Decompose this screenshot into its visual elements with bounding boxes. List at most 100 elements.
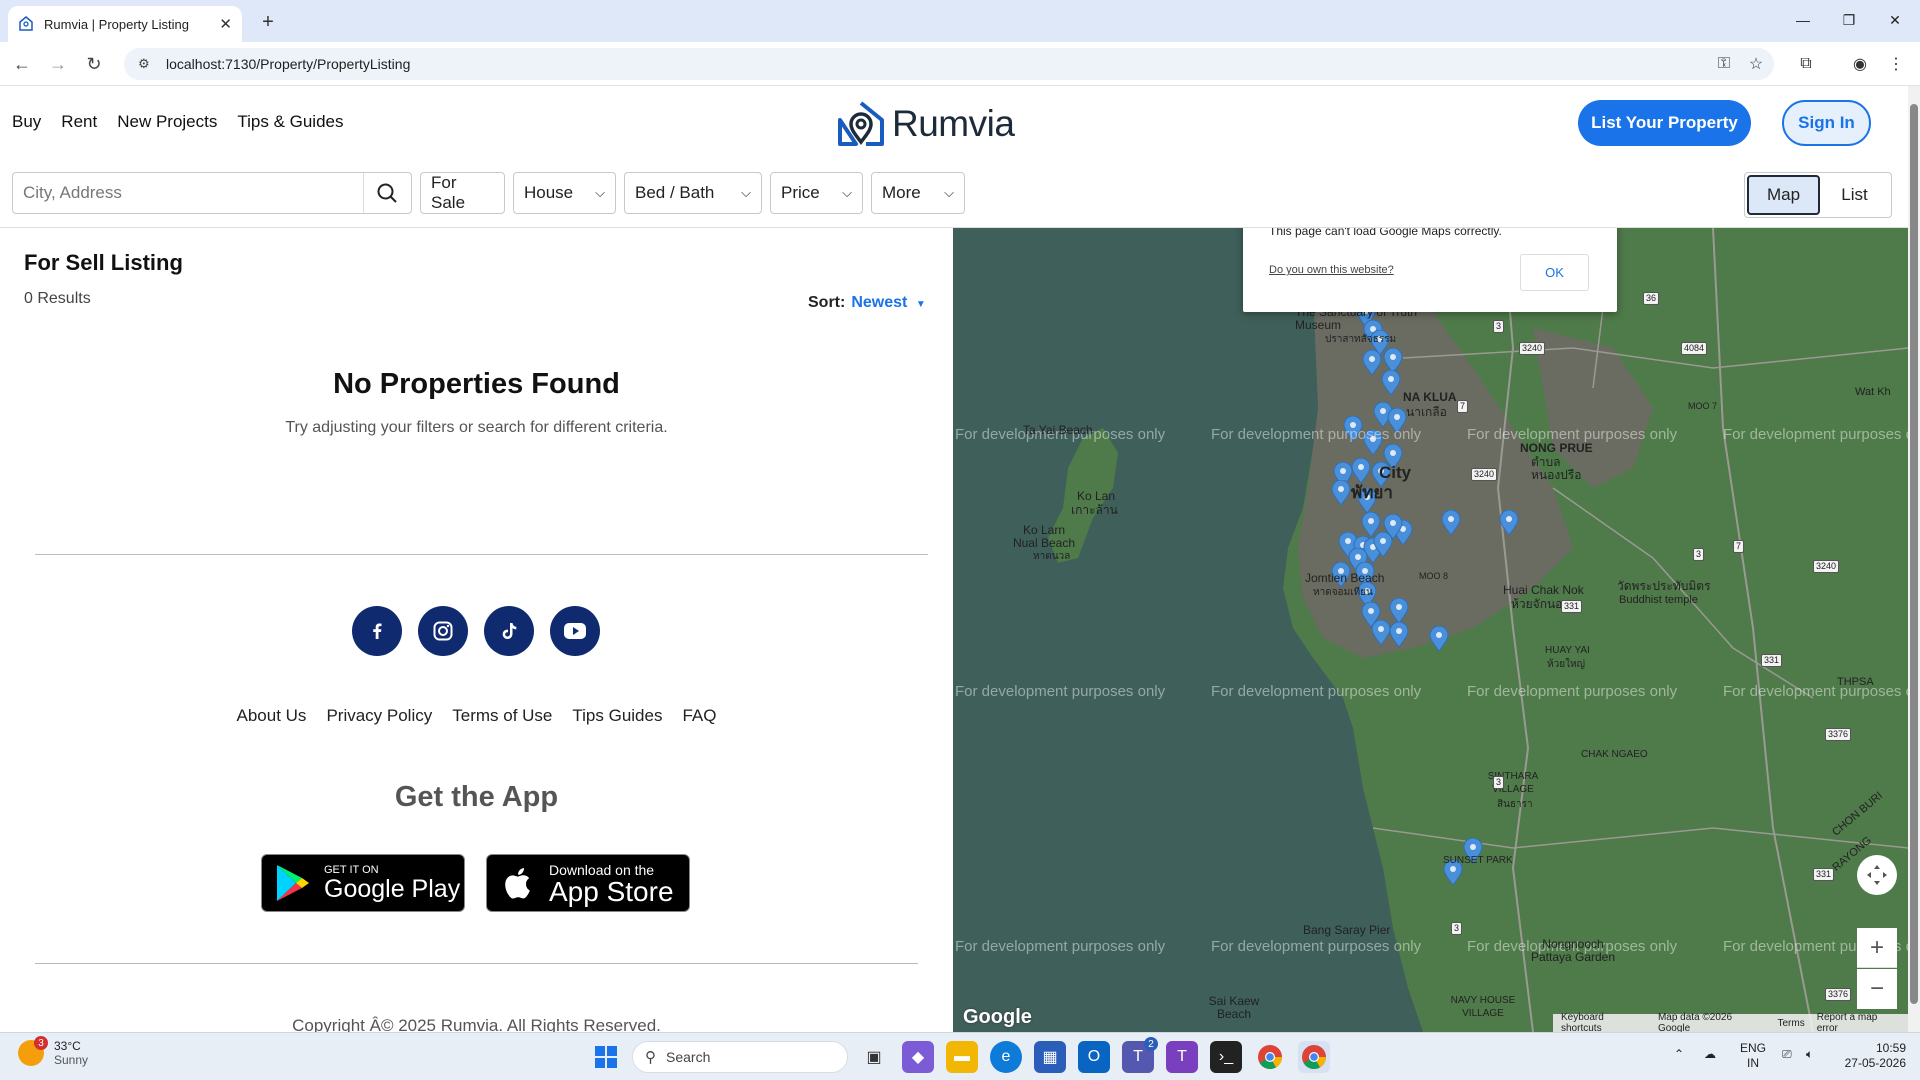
map-watermark: For development purposes only [1211,938,1422,955]
footer-tips-guides[interactable]: Tips Guides [572,706,662,726]
property-marker-icon[interactable] [1331,480,1351,506]
site-logo[interactable]: Rumvia [836,100,1015,148]
chrome-active-icon[interactable] [1298,1041,1330,1073]
url-bar[interactable]: ⚙ localhost:7130/Property/PropertyListin… [124,48,1774,80]
map-label-nual: Ko Larn Nual Beach [1012,523,1076,550]
tiktok-icon[interactable] [484,606,534,656]
outlook-icon[interactable]: O [1078,1041,1110,1073]
sign-in-button[interactable]: Sign In [1782,100,1871,146]
region-text: IN [1747,1056,1759,1070]
chrome-icon[interactable] [1254,1041,1286,1073]
footer-privacy-policy[interactable]: Privacy Policy [326,706,432,726]
own-website-link[interactable]: Do you own this website? [1269,264,1394,276]
teams-icon[interactable]: T 2 [1122,1037,1158,1073]
language-indicator[interactable]: ENG IN [1740,1041,1766,1071]
nav-new-projects[interactable]: New Projects [117,112,217,132]
task-view-icon[interactable]: ▣ [858,1041,890,1073]
search-button[interactable] [363,173,409,213]
network-icon[interactable]: ⎚ [1782,1047,1792,1062]
locate-icon[interactable] [1857,855,1897,895]
close-tab-icon[interactable]: ✕ [219,15,232,33]
caret-down-icon: ▼ [915,299,926,310]
sort-value[interactable]: Newest [851,294,907,311]
back-icon[interactable]: ← [8,50,36,78]
footer-about-us[interactable]: About Us [237,706,307,726]
sort-control[interactable]: Sort: Newest ▼ [808,294,926,312]
zoom-out-button[interactable]: − [1857,969,1897,1009]
forward-icon[interactable]: → [44,50,72,78]
property-marker-icon[interactable] [1371,620,1391,646]
footer-faq[interactable]: FAQ [682,706,716,726]
social-links [352,606,600,656]
more-filter[interactable]: More ⌵ [871,172,965,214]
onedrive-icon[interactable]: ☁ [1704,1047,1716,1062]
map-label-nongprue: NONG PRUE [1520,441,1593,455]
bed-bath-filter[interactable]: Bed / Bath ⌵ [624,172,762,214]
copilot-app-icon[interactable]: ◆ [902,1041,934,1073]
volume-icon[interactable]: 🔈︎ [1806,1047,1813,1062]
keyboard-shortcuts-link[interactable]: Keyboard shortcuts [1561,1012,1646,1032]
clock[interactable]: 10:59 27-05-2026 [1836,1041,1906,1071]
youtube-icon[interactable] [550,606,600,656]
windows-start-icon[interactable] [590,1041,622,1073]
nav-rent[interactable]: Rent [61,112,97,132]
page-scrollbar-thumb[interactable] [1910,104,1918,1004]
nav-tips-guides[interactable]: Tips & Guides [237,112,343,132]
tab-search-icon[interactable]: ⧉ [1792,50,1820,78]
taskbar-search[interactable]: ⚲ Search [632,1041,848,1073]
store-icon[interactable]: ▦ [1034,1041,1066,1073]
property-marker-icon[interactable] [1441,510,1461,536]
google-play-badge[interactable]: GET IT ON Google Play [261,854,465,912]
price-filter[interactable]: Price ⌵ [770,172,863,214]
map-view-button[interactable]: Map [1747,175,1820,215]
logo-text: Rumvia [892,103,1015,144]
dialog-ok-button[interactable]: OK [1520,254,1589,291]
search-input[interactable] [13,183,363,203]
site-info-icon[interactable]: ⚙ [138,56,154,72]
nav-buy[interactable]: Buy [12,112,41,132]
bookmark-star-icon[interactable]: ☆ [1742,50,1770,78]
footer-terms-of-use[interactable]: Terms of Use [452,706,552,726]
map-label-temple: Buddhist temple [1619,594,1698,606]
reload-icon[interactable]: ↻ [80,50,108,78]
property-marker-icon[interactable] [1429,626,1449,652]
map-panel[interactable]: For development purposes only For develo… [953,228,1908,1032]
road-shield: 3240 [1813,560,1840,573]
list-your-property-button[interactable]: List Your Property [1578,100,1751,146]
property-marker-icon[interactable] [1499,510,1519,536]
password-key-icon[interactable]: ⚿ [1710,50,1738,78]
property-marker-icon[interactable] [1381,370,1401,396]
tray-overflow-icon[interactable]: ⌃ [1674,1047,1684,1062]
teams-work-icon[interactable]: T [1166,1041,1198,1073]
instagram-icon[interactable] [418,606,468,656]
edge-icon[interactable]: e [990,1041,1022,1073]
road-shield: 3240 [1471,468,1498,481]
file-explorer-icon[interactable]: ▬ [946,1041,978,1073]
menu-kebab-icon[interactable]: ⋮ [1882,50,1910,78]
house-filter[interactable]: House ⌵ [513,172,616,214]
zoom-in-button[interactable]: + [1857,928,1897,968]
property-marker-icon[interactable] [1362,350,1382,376]
browser-tab[interactable]: Rumvia | Property Listing ✕ [8,6,242,42]
close-window-icon[interactable]: ✕ [1872,0,1918,40]
property-marker-icon[interactable] [1389,622,1409,648]
facebook-icon[interactable] [352,606,402,656]
terms-link[interactable]: Terms [1778,1018,1805,1029]
report-map-error-link[interactable]: Report a map error [1817,1012,1900,1032]
terminal-icon[interactable]: ›_ [1210,1041,1242,1073]
profile-icon[interactable]: ◉ [1846,50,1874,78]
weather-widget[interactable]: 3 33°C Sunny [18,1036,88,1067]
app-store-badge[interactable]: Download on the App Store [486,854,690,912]
maps-error-dialog: This page can't load Google Maps correct… [1243,228,1617,312]
restore-icon[interactable]: ❐ [1826,0,1872,40]
property-marker-icon[interactable] [1389,598,1409,624]
for-sale-filter[interactable]: For Sale [420,172,505,214]
map-label-sanctuary-thai: ปราสาทสัจธรรม [1325,334,1397,345]
map-label-chakngaeo: CHAK NGAEO [1581,749,1648,760]
list-view-button[interactable]: List [1820,175,1889,215]
new-tab-button[interactable]: + [254,8,282,36]
minimize-icon[interactable]: — [1780,0,1826,40]
map-label-city: City [1379,463,1412,482]
property-marker-icon[interactable] [1383,514,1403,540]
property-marker-icon[interactable] [1351,458,1371,484]
